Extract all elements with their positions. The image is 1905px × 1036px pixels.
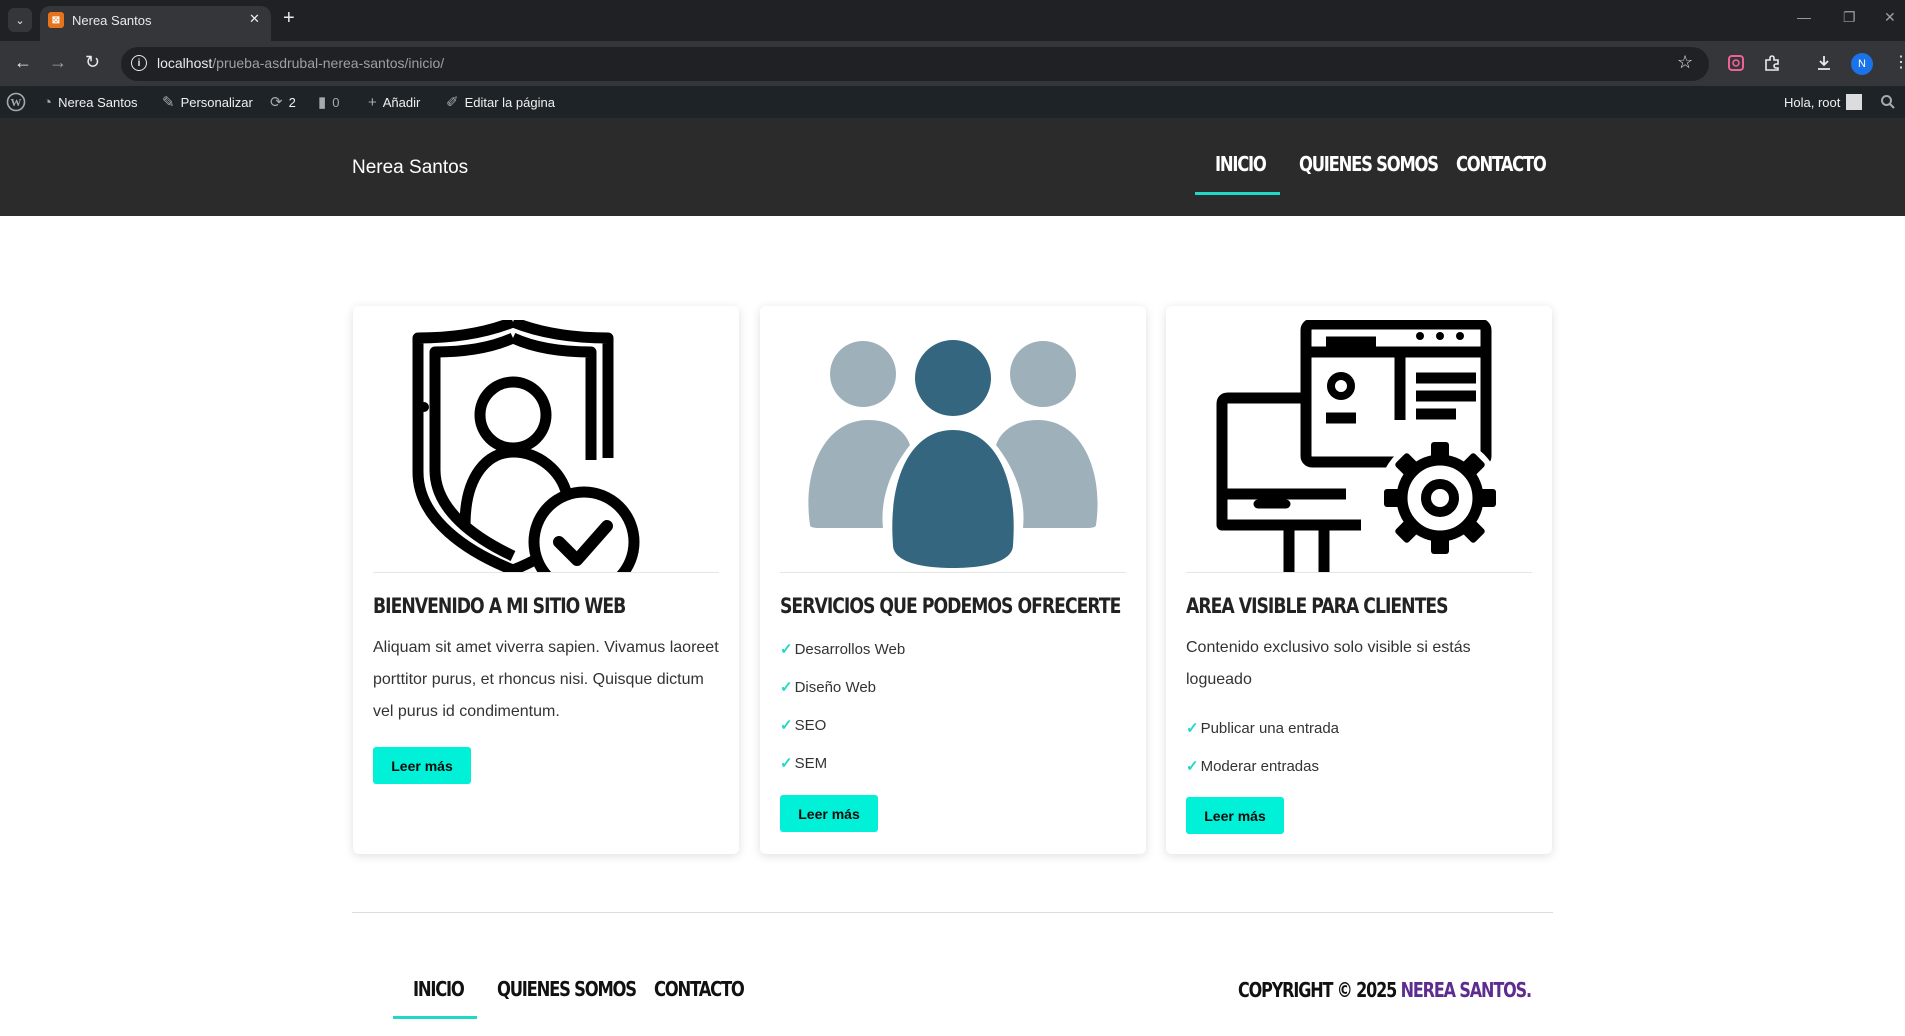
updates-link[interactable]: ⟳ 2 <box>270 86 296 118</box>
check-icon: ✓ <box>1186 758 1199 775</box>
check-icon: ✓ <box>780 717 793 734</box>
copyright-prefix: COPYRIGHT © 2025 <box>1238 978 1397 1002</box>
search-icon[interactable] <box>1880 86 1896 118</box>
list-item-label: Moderar entradas <box>1200 758 1319 775</box>
account-menu[interactable]: Hola, root <box>1784 86 1863 118</box>
plus-icon: + <box>368 93 377 111</box>
user-avatar <box>1846 94 1863 110</box>
pencil-icon: ✐ <box>446 94 459 111</box>
card-title: BIENVENIDO A MI SITIO WEB <box>373 594 626 618</box>
customize-label: Personalizar <box>180 94 253 110</box>
card-text: Aliquam sit amet viverra sapien. Vivamus… <box>373 639 719 720</box>
read-more-button[interactable]: Leer más <box>780 795 878 832</box>
site-favicon-icon: ⊠ <box>48 12 64 28</box>
list-item: ✓ SEO <box>780 707 905 745</box>
tab-close-icon[interactable]: ✕ <box>249 11 260 27</box>
comments-link[interactable]: ▮ 0 <box>318 86 340 118</box>
list-item: ✓ SEM <box>780 745 905 783</box>
dashboard-gauge-icon: ◔ <box>43 93 53 111</box>
read-more-button[interactable]: Leer más <box>1186 797 1284 834</box>
list-item-label: SEO <box>794 717 827 734</box>
url-path: /prueba-asdrubal-nerea-santos/inicio/ <box>212 55 445 71</box>
add-new-link[interactable]: + Añadir <box>368 86 420 118</box>
profile-avatar[interactable]: N <box>1851 53 1873 75</box>
card-image <box>780 320 1126 573</box>
bookmark-star-icon[interactable]: ☆ <box>1677 52 1693 73</box>
check-icon: ✓ <box>780 755 793 772</box>
monitor-settings-icon <box>1216 320 1502 572</box>
edit-page-label: Editar la página <box>464 94 555 110</box>
list-item: ✓ Moderar entradas <box>1186 748 1339 786</box>
updates-refresh-icon: ⟳ <box>270 94 283 111</box>
card-text: Contenido exclusivo solo visible si está… <box>1186 639 1471 688</box>
site-title[interactable]: Nerea Santos <box>352 157 468 179</box>
updates-count: 2 <box>288 94 296 110</box>
url-host: localhost <box>157 55 213 71</box>
card-title: SERVICIOS QUE PODEMOS OFRECERTE <box>780 594 1121 618</box>
paintbrush-icon: ✎ <box>162 94 175 111</box>
comment-bubble-icon: ▮ <box>318 94 327 111</box>
copyright-text: COPYRIGHT © 2025 NEREA SANTOS. <box>1238 978 1533 1002</box>
copyright-owner-link[interactable]: NEREA SANTOS. <box>1401 978 1533 1002</box>
card-image <box>373 320 719 573</box>
card-title: AREA VISIBLE PARA CLIENTES <box>1186 594 1449 618</box>
footer-divider <box>352 912 1553 913</box>
list-item-label: Desarrollos Web <box>794 641 906 658</box>
client-permissions-list: ✓ Publicar una entrada ✓ Moderar entradas <box>1186 710 1339 786</box>
list-item-label: Diseño Web <box>794 679 877 696</box>
card-image <box>1186 320 1532 573</box>
edit-page-link[interactable]: ✐ Editar la página <box>446 86 555 118</box>
team-people-icon <box>808 340 1098 568</box>
check-icon: ✓ <box>780 641 793 658</box>
forward-arrow-icon[interactable]: → <box>49 52 67 72</box>
admin-site-name: Nerea Santos <box>58 94 138 110</box>
admin-greeting: Hola, root <box>1784 94 1841 110</box>
url-text[interactable]: localhost/prueba-asdrubal-nerea-santos/i… <box>157 55 444 71</box>
add-new-label: Añadir <box>382 94 421 110</box>
footer-nav-inicio[interactable]: INICIO <box>413 977 465 1001</box>
footer-nav-quienes-somos[interactable]: QUIENES SOMOS <box>497 977 637 1001</box>
footer-nav-active-indicator <box>393 1016 477 1019</box>
extensions-puzzle-icon[interactable] <box>1763 54 1781 72</box>
card-services: SERVICIOS QUE PODEMOS OFRECERTE ✓ Desarro… <box>760 306 1146 854</box>
list-item: ✓ Desarrollos Web <box>780 631 905 669</box>
customize-link[interactable]: ✎ Personalizar <box>162 86 253 118</box>
svg-text:W: W <box>11 97 22 109</box>
list-item: ✓ Diseño Web <box>780 669 905 707</box>
check-icon: ✓ <box>780 679 793 696</box>
download-icon[interactable] <box>1815 54 1833 72</box>
restore-icon[interactable]: ❐ <box>1843 9 1856 26</box>
tab-search-dropdown-icon[interactable]: ⌄ <box>8 8 32 32</box>
comments-count: 0 <box>332 94 340 110</box>
window-close-icon[interactable]: ✕ <box>1884 9 1896 26</box>
site-info-icon[interactable]: i <box>131 55 147 71</box>
minimize-icon[interactable]: — <box>1797 9 1811 25</box>
list-item-label: SEM <box>794 755 828 772</box>
site-header <box>0 118 1905 216</box>
check-icon: ✓ <box>1186 720 1199 737</box>
back-arrow-icon[interactable]: ← <box>14 52 32 72</box>
nav-item-contacto[interactable]: CONTACTO <box>1456 152 1547 176</box>
services-list: ✓ Desarrollos Web ✓ Diseño Web ✓ SEO ✓ SEM <box>780 631 905 783</box>
list-item: ✓ Publicar una entrada <box>1186 710 1339 748</box>
browser-menu-icon[interactable]: ⋮ <box>1893 52 1905 72</box>
shield-user-check-icon <box>412 320 640 572</box>
list-item-label: Publicar una entrada <box>1200 720 1340 737</box>
nav-active-indicator <box>1195 192 1280 195</box>
footer-nav-contacto[interactable]: CONTACTO <box>654 977 745 1001</box>
site-name-link[interactable]: ◔ Nerea Santos <box>43 86 138 118</box>
tab-title: Nerea Santos <box>72 13 152 28</box>
reload-icon[interactable]: ↻ <box>85 52 100 72</box>
wp-admin-bar: W ◔ Nerea Santos ✎ Personalizar ⟳ 2 ▮ 0 … <box>0 86 1905 118</box>
read-more-button[interactable]: Leer más <box>373 747 471 784</box>
wp-logo-icon[interactable]: W <box>6 86 26 118</box>
nav-item-quienes-somos[interactable]: QUIENES SOMOS <box>1299 152 1439 176</box>
new-tab-icon[interactable]: + <box>283 8 295 28</box>
nav-item-inicio[interactable]: INICIO <box>1215 152 1267 176</box>
card-client-area: AREA VISIBLE PARA CLIENTES Contenido exc… <box>1166 306 1552 854</box>
card-welcome: BIENVENIDO A MI SITIO WEB Aliquam sit am… <box>353 306 739 854</box>
extension-color-icon[interactable] <box>1727 54 1745 72</box>
